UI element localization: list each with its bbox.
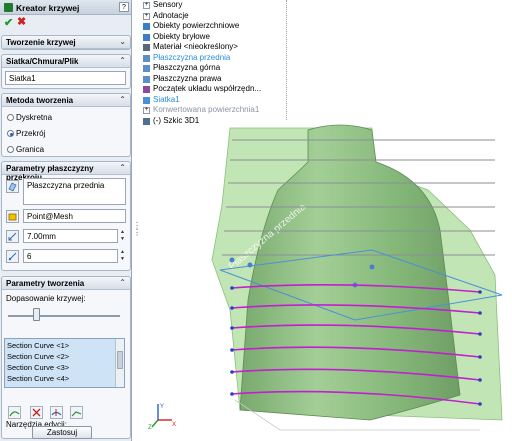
tree-item-label: Płaszczyzna prawa bbox=[153, 73, 222, 83]
sketch-3d-icon bbox=[143, 117, 150, 125]
group-method: Metoda tworzenia ⌃ Dyskretna Przekrój Gr… bbox=[1, 93, 131, 157]
coordinate-triad-icon: Y X Z bbox=[148, 404, 176, 430]
svg-text:Y: Y bbox=[160, 404, 164, 410]
tree-item-label: Obiekty powierzchniowe bbox=[153, 21, 240, 30]
curve-fit-slider-track[interactable] bbox=[8, 315, 120, 317]
distance-icon bbox=[6, 230, 19, 243]
group-plane-params-header[interactable]: Parametry płaszczyzny przekroju ⌃ bbox=[2, 162, 130, 182]
curve-fit-label: Dopasowanie krzywej: bbox=[6, 294, 86, 303]
panel-splitter-handle[interactable]: ⋮ ⋮ bbox=[133, 222, 141, 244]
section-curve-list[interactable]: Section Curve <1> Section Curve <2> Sect… bbox=[4, 338, 125, 388]
point-reference-field[interactable]: Point@Mesh bbox=[23, 209, 126, 223]
radio-discrete-label: Dyskretna bbox=[16, 113, 53, 122]
radio-discrete[interactable]: Dyskretna bbox=[7, 113, 52, 122]
confirm-row: ✔ ✖ bbox=[0, 15, 131, 30]
tree-item-label: Obiekty bryłowe bbox=[153, 31, 210, 41]
add-curve-tool-icon[interactable] bbox=[8, 406, 21, 419]
ok-button[interactable]: ✔ bbox=[4, 16, 13, 29]
radio-dot-selected[interactable] bbox=[7, 130, 14, 137]
list-item[interactable]: Section Curve <3> bbox=[7, 363, 69, 372]
tree-connector-line bbox=[286, 0, 287, 120]
group-creation: Tworzenie krzywej ⌄ bbox=[1, 35, 131, 50]
plane-reference-field[interactable]: Płaszczyzna przednia bbox=[23, 178, 126, 205]
property-manager: Kreator krzywej ? ✔ ✖ Tworzenie krzywej … bbox=[0, 0, 132, 441]
point-reference-icon bbox=[6, 210, 19, 223]
origin-icon bbox=[143, 86, 150, 93]
radio-boundary-label: Granica bbox=[16, 145, 45, 154]
plane-icon bbox=[143, 54, 150, 62]
curve-wizard-icon bbox=[4, 3, 13, 12]
group-creation-title: Tworzenie krzywej bbox=[6, 38, 76, 47]
surface-bodies-icon bbox=[143, 23, 150, 30]
tree-item-label: Materiał <nieokreślony> bbox=[153, 42, 238, 51]
collapse-up-icon[interactable]: ⌃ bbox=[119, 56, 126, 65]
radio-section[interactable]: Przekrój bbox=[7, 129, 45, 138]
group-mesh-header[interactable]: Siatka/Chmura/Plik ⌃ bbox=[2, 55, 130, 68]
list-scrollbar[interactable] bbox=[115, 339, 124, 387]
tree-item-label: (-) Szkic 3D1 bbox=[153, 115, 200, 125]
help-button[interactable]: ? bbox=[119, 2, 129, 12]
merge-curve-tool-icon[interactable] bbox=[70, 406, 83, 419]
collapse-up-icon[interactable]: ⌃ bbox=[119, 278, 126, 287]
panel-header: Kreator krzywej ? bbox=[0, 0, 131, 15]
tree-item-label: Początek układu współrzędn... bbox=[153, 84, 262, 93]
radio-section-label: Przekrój bbox=[16, 129, 46, 138]
svg-text:Z: Z bbox=[148, 425, 152, 430]
group-creation-params-header[interactable]: Parametry tworzenia ⌃ bbox=[2, 277, 130, 290]
tree-item-label: Płaszczyzna górna bbox=[153, 63, 221, 72]
radio-boundary[interactable]: Granica bbox=[7, 145, 44, 154]
apply-button[interactable]: Zastosuj bbox=[32, 426, 92, 439]
tree-item-label: Adnotacje bbox=[153, 10, 189, 20]
radio-dot[interactable] bbox=[7, 114, 14, 121]
group-creation-params-title: Parametry tworzenia bbox=[6, 279, 85, 288]
collapse-up-icon[interactable]: ⌃ bbox=[119, 163, 126, 172]
group-plane-params: Parametry płaszczyzny przekroju ⌃ Płaszc… bbox=[1, 161, 131, 271]
delete-curve-tool-icon[interactable] bbox=[30, 406, 43, 419]
plane-reference-icon bbox=[6, 180, 19, 193]
list-item[interactable]: Section Curve <1> bbox=[7, 341, 69, 350]
spacing-spinner[interactable]: ▲ ▼ bbox=[119, 229, 126, 243]
cancel-button[interactable]: ✖ bbox=[17, 15, 26, 28]
list-item[interactable]: Section Curve <2> bbox=[7, 352, 69, 361]
mesh-field[interactable]: Siatka1 bbox=[5, 71, 126, 85]
count-spinner[interactable]: ▲ ▼ bbox=[119, 249, 126, 263]
scrollbar-thumb[interactable] bbox=[117, 351, 123, 369]
group-mesh-title: Siatka/Chmura/Plik bbox=[6, 57, 79, 66]
spacing-input[interactable]: 7.00mm bbox=[23, 229, 118, 243]
feature-tree: + Sensory + Adnotacje Obiekty powierzchniowe… bbox=[140, 0, 300, 128]
graphics-viewport[interactable]: Płaszczyzna przednia bbox=[140, 110, 512, 441]
mesh-icon bbox=[143, 96, 150, 104]
group-mesh: Siatka/Chmura/Plik ⌃ Siatka1 bbox=[1, 54, 131, 89]
count-input[interactable]: 6 bbox=[23, 249, 118, 263]
group-creation-header[interactable]: Tworzenie krzywej ⌄ bbox=[2, 36, 130, 49]
svg-text:X: X bbox=[172, 422, 176, 428]
count-icon bbox=[6, 250, 19, 263]
list-item[interactable]: Section Curve <4> bbox=[7, 374, 69, 383]
curve-fit-slider-thumb[interactable] bbox=[33, 308, 40, 321]
tree-item-label: Sensory bbox=[153, 0, 183, 9]
group-method-header[interactable]: Metoda tworzenia ⌃ bbox=[2, 94, 130, 107]
collapse-up-icon[interactable]: ⌃ bbox=[119, 95, 126, 104]
plane-icon bbox=[143, 75, 150, 83]
material-icon bbox=[143, 44, 150, 51]
tree-item-label: Konwertowana powierzchnia1 bbox=[153, 105, 260, 114]
panel-title: Kreator krzywej bbox=[16, 3, 80, 13]
solid-bodies-icon bbox=[143, 33, 150, 41]
radio-dot[interactable] bbox=[7, 146, 14, 153]
tree-item-label: Siatka1 bbox=[153, 94, 180, 104]
collapse-down-icon[interactable]: ⌄ bbox=[119, 37, 126, 46]
group-method-title: Metoda tworzenia bbox=[6, 96, 74, 105]
split-curve-tool-icon[interactable] bbox=[50, 406, 63, 419]
tree-item-label: Płaszczyzna przednia bbox=[153, 52, 231, 62]
plane-icon bbox=[143, 65, 150, 72]
